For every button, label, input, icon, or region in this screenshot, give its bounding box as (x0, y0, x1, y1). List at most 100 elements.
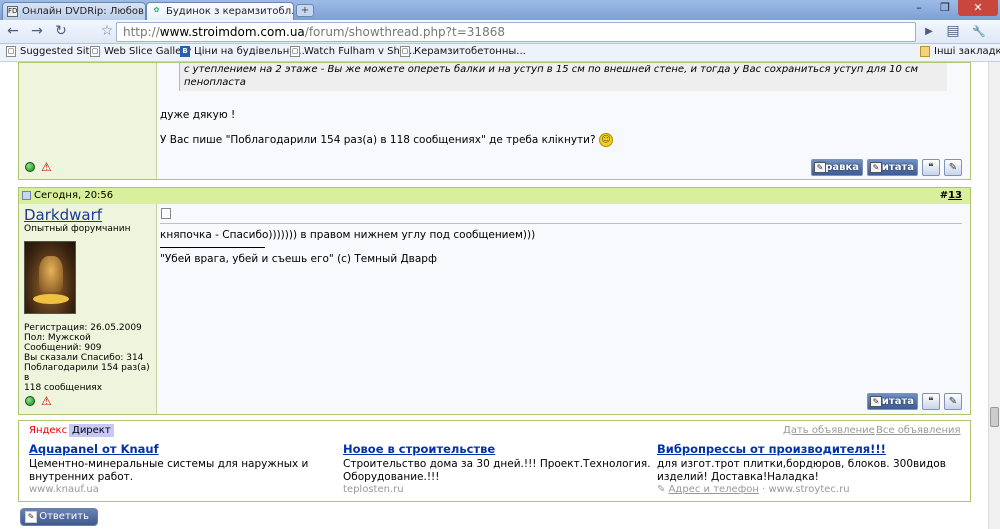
quote-line: с утеплением на 2 этаже - Вы же можете о… (184, 64, 919, 75)
ad-description-line: Оборудование.!!! (343, 471, 440, 483)
bookmark-star-icon[interactable]: ☆ (98, 23, 116, 41)
ad-description-line: для изгот.трот плитки,бордюров, блоков. … (657, 458, 946, 470)
user-info-line: Вы сказали Спасибо: 314 (24, 353, 144, 363)
ad-url[interactable]: www.knauf.ua (29, 484, 99, 495)
reply-button-label: Ответить (39, 511, 89, 522)
tab-label: Онлайн DVDRip: Любов ... (22, 6, 146, 17)
ad-description: Цементно-минеральные системы для наружны… (29, 458, 308, 484)
bookmark-keramzit[interactable]: ▢ Керамзитобетонны... (400, 46, 526, 57)
ad-title-link[interactable]: Новое в строительстве (343, 442, 495, 456)
user-info-line: Сообщений: 909 (24, 343, 102, 353)
quote-button[interactable]: ✎ Цитата (867, 393, 918, 410)
user-info-line: Поблагодарили 154 раз(а) в (24, 363, 150, 383)
post-text-line: У Вас пише "Поблагодарили 154 раз(а) в 1… (160, 134, 596, 146)
post-number-link[interactable]: 13 (948, 190, 962, 201)
ad-description-line: Цементно-минеральные системы для наружны… (29, 458, 309, 470)
user-avatar[interactable] (24, 241, 76, 314)
quick-reply-button[interactable]: ✎ (944, 159, 962, 176)
bookmarks-bar: ▢ Suggested Sites ▢ Web Slice Gallery B Цін… (0, 44, 1000, 62)
post-body: княпочка - Спасибо))))))) в правом нижне… (157, 204, 970, 414)
ad-address-link[interactable]: Адрес и телефон (669, 484, 759, 495)
bookmark-label: Web Slice Gallery (104, 46, 192, 57)
quote-icon: ✎ (870, 396, 882, 407)
smiley-icon: ☺ (598, 133, 613, 147)
quote-button[interactable]: ✎ Цитата (867, 159, 918, 176)
user-info-line: Регистрация: 26.05.2009 (24, 323, 142, 333)
bookmark-fulham[interactable]: ▢ Watch Fulham v Sha... (290, 46, 415, 57)
edit-icon: ✎ (814, 162, 826, 173)
reload-icon[interactable]: ↻ (52, 23, 70, 41)
reply-icon: ✎ (25, 511, 37, 523)
address-bar[interactable]: http://www.stroimdom.com.ua/forum/showth… (116, 22, 916, 42)
ad-title-link[interactable]: Вибропрессы от производителя!!! (657, 442, 886, 456)
close-window-icon[interactable]: ✕ (958, 0, 998, 16)
new-tab-button[interactable]: + (296, 4, 314, 17)
multi-quote-button[interactable]: ❝ (922, 159, 940, 176)
tab-keramzit[interactable]: ✿ Будинок з керамзитобл... × (146, 2, 294, 20)
post-user-column: ⚠ (19, 63, 157, 179)
ad-url-separator: · (762, 484, 766, 495)
post-text: дуже дякую ! (160, 109, 236, 121)
url-path: /forum/showthread.php?t=31868 (304, 25, 505, 39)
username-link[interactable]: Darkdwarf (24, 206, 102, 224)
wrench-icon[interactable]: 🔧 (970, 23, 988, 41)
edit-button[interactable]: ✎ Правка (811, 159, 863, 176)
maximize-icon[interactable]: ❐ (932, 0, 958, 16)
bookmark-suggested-sites[interactable]: ▢ Suggested Sites (6, 46, 101, 57)
post-date: Сегодня, 20:56 (34, 190, 114, 201)
place-ad-link[interactable]: Дать объявление (783, 425, 875, 436)
post-number-prefix: # (939, 190, 949, 201)
post-user-column: Darkdwarf Опытный форумчанин Регистрация… (19, 204, 157, 414)
ad-url-link[interactable]: www.stroytec.ru (768, 484, 849, 495)
ad-description-line: изделий! Доставка!Наладка! (657, 471, 819, 483)
multi-quote-icon: ❝ (928, 162, 934, 173)
tab-dvdrip[interactable]: FD Онлайн DVDRip: Любов ... × (2, 2, 146, 20)
all-ads-link[interactable]: Все объявления (876, 425, 961, 436)
navigation-toolbar: ← → ↻ ☆ http://www.stroimdom.com.ua/foru… (0, 20, 1000, 44)
user-info-line: Пол: Мужской (24, 333, 91, 343)
minimize-icon[interactable]: – (906, 0, 932, 16)
vertical-scrollbar[interactable] (988, 62, 1000, 529)
bookmark-label: Ціни на будівельні ... (194, 46, 305, 57)
page-icon: ▢ (400, 46, 410, 57)
page-menu-icon[interactable]: ▤ (944, 23, 962, 41)
multi-quote-button[interactable]: ❝ (922, 393, 940, 410)
quick-reply-button[interactable]: ✎ (944, 393, 962, 410)
quote-block: с утеплением на 2 этаже - Вы же можете о… (179, 63, 947, 91)
multi-quote-icon: ❝ (928, 396, 934, 407)
ad-title-link[interactable]: Aquapanel от Knauf (29, 442, 159, 456)
ad-description: Строительство дома за 30 дней.!!! Проект… (343, 458, 651, 484)
bookmark-label: Watch Fulham v Sha... (304, 46, 416, 57)
window-controls: – ❐ ✕ (906, 0, 998, 16)
post-title-icon (161, 208, 171, 219)
other-bookmarks[interactable]: Інші закладки (920, 46, 1000, 57)
forward-icon[interactable]: → (28, 23, 46, 41)
page-icon: ▢ (6, 46, 16, 57)
back-icon[interactable]: ← (4, 23, 22, 41)
ad-description: для изгот.трот плитки,бордюров, блоков. … (657, 458, 946, 484)
scrollbar-thumb[interactable] (990, 407, 999, 427)
quote-icon: ✎ (870, 162, 882, 173)
yandex-logo[interactable]: Яндекс (29, 425, 67, 436)
avatar-figure (39, 256, 63, 292)
bookmark-label: Керамзитобетонны... (414, 46, 526, 57)
go-icon[interactable]: ▶ (920, 23, 938, 41)
bookmark-tsiny[interactable]: B Ціни на будівельні ... (180, 46, 305, 57)
reply-button[interactable]: ✎ Ответить (20, 508, 98, 526)
user-rank: Опытный форумчанин (24, 224, 131, 234)
report-warning-icon[interactable]: ⚠ (41, 395, 52, 407)
user-info-line: 118 сообщениях (24, 383, 103, 393)
ad-url: ✎ Адрес и телефон · www.stroytec.ru (657, 484, 850, 495)
quick-reply-icon: ✎ (948, 396, 958, 407)
quote-line: пенопласта (184, 77, 246, 88)
ad-url[interactable]: teplosten.ru (343, 484, 404, 495)
direct-label[interactable]: Директ (69, 424, 114, 437)
yandex-label: Яндекс (29, 425, 68, 436)
page-icon: ▢ (290, 46, 300, 57)
signature-divider (160, 247, 265, 248)
avatar-base (33, 294, 69, 304)
tab-bar: FD Онлайн DVDRip: Любов ... × ✿ Будинок … (0, 0, 1000, 20)
bookmark-web-slice-gallery[interactable]: ▢ Web Slice Gallery (90, 46, 191, 57)
forum-post: ⚠ с утеплением на 2 этаже - Вы же можете… (18, 62, 971, 180)
report-warning-icon[interactable]: ⚠ (41, 161, 52, 173)
